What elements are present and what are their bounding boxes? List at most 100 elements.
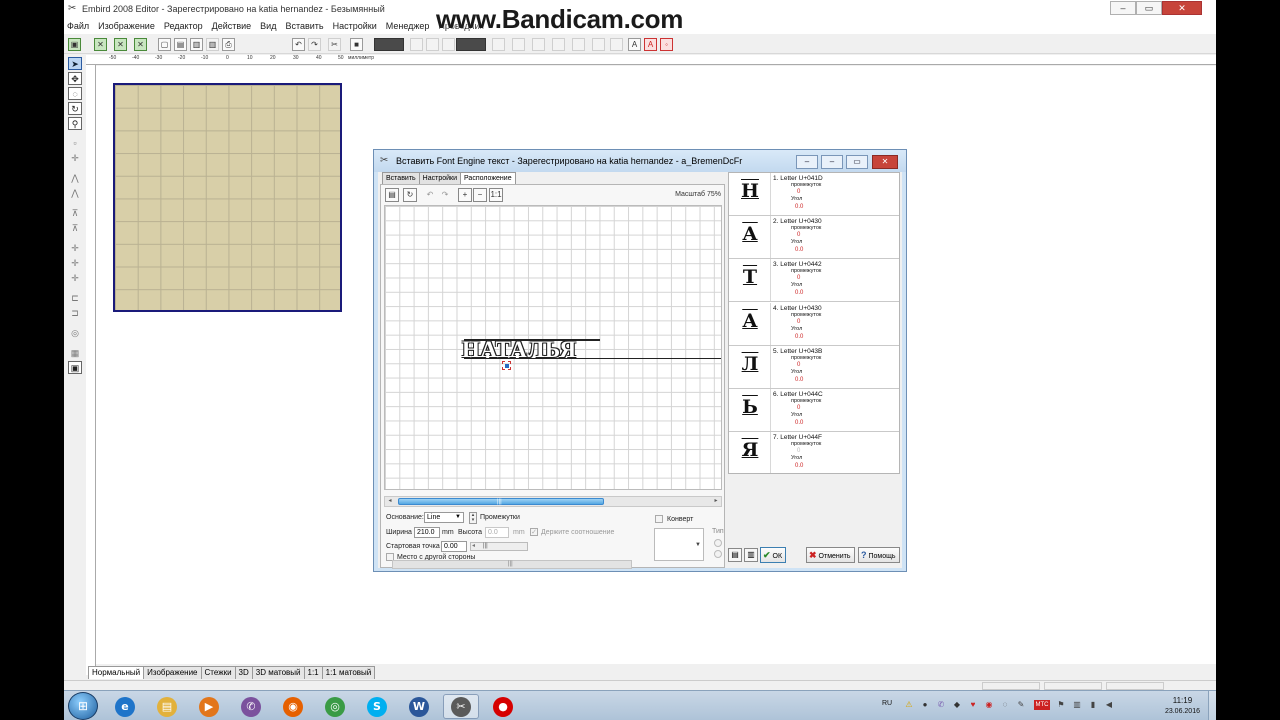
scroll-left-arrow-icon[interactable]: ◂ <box>385 497 395 506</box>
type-radio-1[interactable] <box>714 539 722 547</box>
clock[interactable]: 11:19 23.06.2016 <box>1165 695 1200 717</box>
letter-angle-value[interactable]: 0.0 <box>795 334 803 340</box>
distribute-icon[interactable] <box>592 38 605 51</box>
keep-ratio-checkbox[interactable]: ✓ <box>530 528 538 536</box>
show-desktop-button[interactable] <box>1208 691 1216 720</box>
spacing-spinner[interactable]: ▴ ▾ <box>469 512 477 524</box>
scrollbar-thumb[interactable]: ||| <box>398 498 604 505</box>
group-icon[interactable] <box>610 38 623 51</box>
warning-icon[interactable]: ⚠ <box>904 700 914 710</box>
menu-insert[interactable]: Вставить <box>285 21 323 31</box>
dialog-close-button[interactable]: ✕ <box>872 155 898 169</box>
volume-icon[interactable]: ◀ <box>1104 700 1114 710</box>
tray-app-2-icon[interactable]: ◉ <box>984 700 994 710</box>
align-center-icon[interactable] <box>512 38 525 51</box>
slider-thumb[interactable]: ||| <box>508 561 513 568</box>
taskbar-app-button[interactable]: ◉ <box>275 694 311 719</box>
taskbar-app-button[interactable]: ✂ <box>443 694 479 719</box>
start-point-handle[interactable] <box>502 361 511 370</box>
print-icon[interactable]: ⎙ <box>222 38 235 51</box>
open-file-icon[interactable]: ▤ <box>174 38 187 51</box>
dialog-restore-button[interactable]: – <box>821 155 843 169</box>
rotate-tool-icon[interactable]: ↻ <box>68 102 82 115</box>
tray-app-3-icon[interactable]: ◌ <box>1000 700 1010 710</box>
tab-normal[interactable]: Нормальный <box>88 666 145 679</box>
stitch-view-icon[interactable]: ✕ <box>134 38 147 51</box>
envelope-select[interactable]: ▼ <box>654 528 704 561</box>
undo-icon[interactable]: ↶ <box>292 38 305 51</box>
letter-row[interactable]: Л 5. Letter U+043B промежуток 0 Угол 0.0 <box>729 345 899 389</box>
tab-settings[interactable]: Настройки <box>418 172 461 184</box>
letter-angle-value[interactable]: 0.0 <box>795 463 803 469</box>
letter-spacing-value[interactable]: 0 <box>797 232 800 238</box>
menu-action[interactable]: Действие <box>212 21 252 31</box>
menu-manager[interactable]: Менеджер <box>386 21 430 31</box>
base-select[interactable]: Line ▼ <box>424 512 464 523</box>
tab-insert[interactable]: Вставить <box>382 172 420 184</box>
letter-angle-value[interactable]: 0.0 <box>795 204 803 210</box>
letter-spacing-value[interactable]: 0 <box>797 189 800 195</box>
redo-icon[interactable]: ↷ <box>308 38 321 51</box>
color-swatch-1[interactable] <box>374 38 404 51</box>
tray-red-icon[interactable]: ♥ <box>968 700 978 710</box>
taskbar-app-button[interactable]: ▤ <box>149 694 185 719</box>
letter-row[interactable]: Т 3. Letter U+0442 промежуток 0 Угол 0.0 <box>729 259 899 303</box>
windows-start-button[interactable]: ⊞ <box>68 692 98 720</box>
close-button[interactable]: ✕ <box>1162 1 1202 15</box>
undo-icon[interactable]: ↶ <box>423 188 437 202</box>
slider-thumb[interactable]: ||| <box>483 543 488 550</box>
letter-spacing-value[interactable]: 0 <box>797 448 800 454</box>
save-icon[interactable]: ▥ <box>190 38 203 51</box>
letter-angle-value[interactable]: 0.0 <box>795 377 803 383</box>
start-point-slider[interactable]: ◂ ||| <box>470 542 528 551</box>
tab-3d-matte[interactable]: 3D матовый <box>251 666 305 679</box>
stitch-color-icon[interactable]: ✕ <box>114 38 127 51</box>
envelope-checkbox[interactable] <box>655 515 663 523</box>
taskbar-app-button[interactable]: ● <box>485 694 521 719</box>
help-button[interactable]: ? Помощь <box>858 547 900 563</box>
letter-spacing-value[interactable]: 0 <box>797 362 800 368</box>
zoom-tool-icon[interactable]: ⚲ <box>68 117 82 130</box>
fill-tool-icon[interactable]: ▦ <box>68 347 82 360</box>
save-letters-icon[interactable]: ▥ <box>744 548 758 562</box>
letter-row[interactable]: Ь 6. Letter U+044C промежуток 0 Угол 0.0 <box>729 389 899 432</box>
menu-file[interactable]: Файл <box>67 21 89 31</box>
stitch-tool-8-icon[interactable]: ⊏ <box>68 292 82 305</box>
realistic-view-tool-icon[interactable]: ▣ <box>68 361 82 374</box>
move-tool-icon[interactable]: ✛ <box>68 152 82 165</box>
taskbar-app-button[interactable]: S <box>359 694 395 719</box>
dialog-minimize-button[interactable]: – <box>796 155 818 169</box>
hoop-icon[interactable]: ▣ <box>68 38 81 51</box>
letter-row[interactable]: Н 1. Letter U+041D промежуток 0 Угол 0.0 <box>729 173 899 216</box>
dialog-maximize-button[interactable]: ▭ <box>846 155 868 169</box>
embroidery-hoop[interactable] <box>113 83 342 312</box>
color-swatch-2[interactable] <box>456 38 486 51</box>
network-icon[interactable]: ▥ <box>1072 700 1082 710</box>
stitch-select-icon[interactable]: ✕ <box>94 38 107 51</box>
signal-icon[interactable]: ▮ <box>1088 700 1098 710</box>
ok-button[interactable]: ✔ ОК <box>760 547 787 563</box>
letter-angle-value[interactable]: 0.0 <box>795 420 803 426</box>
zoom-1-1-icon[interactable]: 1:1 <box>489 188 503 202</box>
stitch-tool-7-icon[interactable]: ✛ <box>68 272 82 285</box>
align-top-icon[interactable] <box>552 38 565 51</box>
font-text-icon[interactable]: A <box>628 38 641 51</box>
tray-app-4-icon[interactable]: ✎ <box>1016 700 1026 710</box>
open-letters-icon[interactable]: ▤ <box>728 548 742 562</box>
stitch-tool-9-icon[interactable]: ⊐ <box>68 307 82 320</box>
taskbar-app-button[interactable]: ◎ <box>317 694 353 719</box>
align-right-icon[interactable] <box>532 38 545 51</box>
flag-icon[interactable]: ⚑ <box>1056 700 1066 710</box>
position-slider[interactable]: ||| <box>392 560 632 569</box>
viber-tray-icon[interactable]: ✆ <box>936 700 946 710</box>
node-tool-icon[interactable]: ▫ <box>68 137 82 150</box>
mts-tray-icon[interactable]: МТС <box>1034 700 1050 710</box>
width-input[interactable]: 210.0 <box>414 527 440 538</box>
refresh-icon[interactable]: ↻ <box>403 188 417 202</box>
language-indicator[interactable]: RU <box>882 700 892 707</box>
color-tool-3-icon[interactable] <box>442 38 455 51</box>
font-engine-icon[interactable]: A <box>644 38 657 51</box>
letter-spacing-value[interactable]: 0 <box>797 405 800 411</box>
preview-horizontal-scrollbar[interactable]: ◂ ||| ▸ <box>384 496 722 507</box>
letter-spacing-value[interactable]: 0 <box>797 275 800 281</box>
